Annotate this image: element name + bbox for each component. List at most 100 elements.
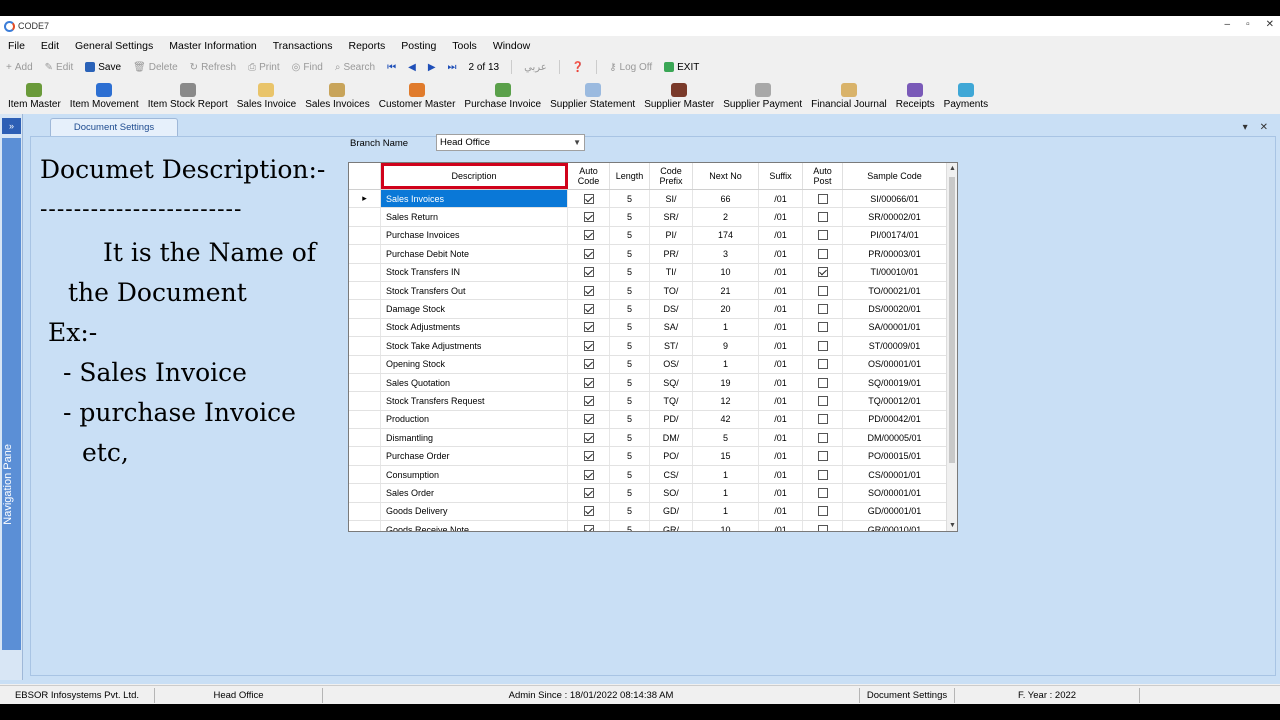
auto-post-checkbox[interactable]: [817, 487, 828, 498]
cell-code-prefix[interactable]: SA/: [650, 318, 693, 337]
auto-post-checkbox[interactable]: [817, 285, 828, 296]
cell-next-no[interactable]: 42: [693, 410, 759, 429]
cell-description[interactable]: Stock Adjustments: [381, 318, 568, 337]
cell-auto-code[interactable]: [568, 281, 610, 300]
header-auto-code[interactable]: Auto Code: [568, 163, 610, 189]
cell-next-no[interactable]: 12: [693, 392, 759, 410]
menu-tools[interactable]: Tools: [452, 40, 477, 52]
auto-code-checkbox[interactable]: [583, 304, 594, 315]
auto-code-checkbox[interactable]: [583, 230, 594, 241]
auto-code-checkbox[interactable]: [583, 432, 594, 443]
cell-auto-post[interactable]: [803, 245, 843, 263]
branch-name-select[interactable]: Head Office ▼: [436, 134, 585, 151]
first-record-icon[interactable]: ⏮: [387, 62, 396, 73]
auto-post-checkbox[interactable]: [817, 414, 828, 425]
cell-auto-post[interactable]: [803, 465, 843, 484]
header-description[interactable]: Description: [381, 163, 568, 189]
menu-posting[interactable]: Posting: [401, 40, 436, 52]
scroll-up-icon[interactable]: ▲: [949, 165, 956, 172]
quick-supplier-payment[interactable]: Supplier Payment: [723, 83, 802, 110]
table-row[interactable]: Damage Stock 5 DS/20/01 DS/00020/01: [349, 300, 947, 319]
header-suffix[interactable]: Suffix: [759, 163, 803, 189]
cell-description[interactable]: Consumption: [381, 465, 568, 484]
cell-next-no[interactable]: 3: [693, 245, 759, 263]
table-row[interactable]: Stock Adjustments 5 SA/1/01 SA/00001/01: [349, 318, 947, 338]
row-indicator[interactable]: [349, 300, 381, 318]
table-row[interactable]: Dismantling 5 DM/5/01 DM/00005/01: [349, 429, 947, 448]
cell-auto-code[interactable]: [568, 484, 610, 502]
scroll-thumb[interactable]: [949, 177, 955, 463]
auto-post-checkbox[interactable]: [817, 469, 828, 480]
row-indicator[interactable]: [349, 484, 381, 502]
cell-code-prefix[interactable]: TI/: [650, 263, 693, 281]
auto-post-checkbox[interactable]: [817, 248, 828, 259]
cell-suffix[interactable]: /01: [759, 392, 803, 410]
cell-suffix[interactable]: /01: [759, 410, 803, 429]
cell-description[interactable]: Sales Invoices: [381, 190, 568, 208]
quick-item-movement[interactable]: Item Movement: [70, 83, 139, 110]
auto-code-checkbox[interactable]: [583, 487, 594, 498]
cell-length[interactable]: 5: [610, 410, 650, 429]
menu-window[interactable]: Window: [493, 40, 530, 52]
cell-code-prefix[interactable]: CS/: [650, 465, 693, 484]
auto-code-checkbox[interactable]: [583, 469, 594, 480]
cell-code-prefix[interactable]: DM/: [650, 429, 693, 447]
cell-description[interactable]: Purchase Order: [381, 447, 568, 465]
auto-post-checkbox[interactable]: [817, 395, 828, 406]
row-indicator[interactable]: [349, 318, 381, 337]
cell-length[interactable]: 5: [610, 226, 650, 245]
row-indicator[interactable]: [349, 263, 381, 281]
cell-code-prefix[interactable]: PR/: [650, 245, 693, 263]
row-indicator[interactable]: [349, 373, 381, 392]
cell-next-no[interactable]: 21: [693, 281, 759, 300]
header-sample-code[interactable]: Sample Code: [843, 163, 947, 189]
prev-record-icon[interactable]: ◀: [408, 62, 416, 73]
last-record-icon[interactable]: ⏭: [448, 62, 457, 73]
auto-post-checkbox[interactable]: [817, 506, 828, 517]
table-row[interactable]: Purchase Invoices 5 PI/174/01 PI/00174/01: [349, 226, 947, 246]
auto-post-checkbox[interactable]: [817, 377, 828, 388]
cell-length[interactable]: 5: [610, 392, 650, 410]
cell-description[interactable]: Stock Take Adjustments: [381, 337, 568, 355]
cell-auto-code[interactable]: [568, 373, 610, 392]
cell-auto-post[interactable]: [803, 521, 843, 531]
table-row[interactable]: Sales Return 5 SR/2/01 SR/00002/01: [349, 208, 947, 227]
cell-description[interactable]: Sales Order: [381, 484, 568, 502]
cell-next-no[interactable]: 66: [693, 190, 759, 208]
auto-code-checkbox[interactable]: [583, 377, 594, 388]
table-row[interactable]: Stock Transfers IN 5 TI/10/01 TI/00010/01: [349, 263, 947, 282]
cell-suffix[interactable]: /01: [759, 502, 803, 521]
cell-next-no[interactable]: 2: [693, 208, 759, 226]
cell-length[interactable]: 5: [610, 318, 650, 337]
row-indicator[interactable]: [349, 502, 381, 521]
cell-auto-post[interactable]: [803, 447, 843, 465]
row-indicator[interactable]: ▸: [349, 190, 381, 208]
cell-code-prefix[interactable]: PI/: [650, 226, 693, 245]
cell-code-prefix[interactable]: SQ/: [650, 373, 693, 392]
cell-suffix[interactable]: /01: [759, 337, 803, 355]
cell-auto-code[interactable]: [568, 465, 610, 484]
find-button[interactable]: ◎ Find: [292, 62, 323, 73]
cell-code-prefix[interactable]: ST/: [650, 337, 693, 355]
minimize-button[interactable]: –: [1225, 19, 1231, 30]
cell-length[interactable]: 5: [610, 263, 650, 281]
row-indicator[interactable]: [349, 355, 381, 373]
cell-suffix[interactable]: /01: [759, 245, 803, 263]
quick-payments[interactable]: Payments: [944, 83, 988, 110]
cell-suffix[interactable]: /01: [759, 355, 803, 373]
quick-supplier-master[interactable]: Supplier Master: [644, 83, 714, 110]
table-row[interactable]: Goods Receive Note 5 GR/10/01 GR/00010/01: [349, 521, 947, 531]
auto-code-checkbox[interactable]: [583, 359, 594, 370]
cell-auto-code[interactable]: [568, 190, 610, 208]
menu-master-information[interactable]: Master Information: [169, 40, 257, 52]
cell-description[interactable]: Opening Stock: [381, 355, 568, 373]
delete-button[interactable]: 🗑 Delete: [133, 62, 178, 73]
cell-auto-code[interactable]: [568, 300, 610, 318]
cell-description[interactable]: Dismantling: [381, 429, 568, 447]
cell-next-no[interactable]: 1: [693, 318, 759, 337]
auto-post-checkbox[interactable]: [817, 359, 828, 370]
cell-next-no[interactable]: 174: [693, 226, 759, 245]
grid-vertical-scrollbar[interactable]: ▲ ▼: [946, 163, 957, 531]
cell-next-no[interactable]: 1: [693, 355, 759, 373]
table-row[interactable]: ▸ Sales Invoices 5 SI/66/01 SI/00066/01: [349, 190, 947, 209]
